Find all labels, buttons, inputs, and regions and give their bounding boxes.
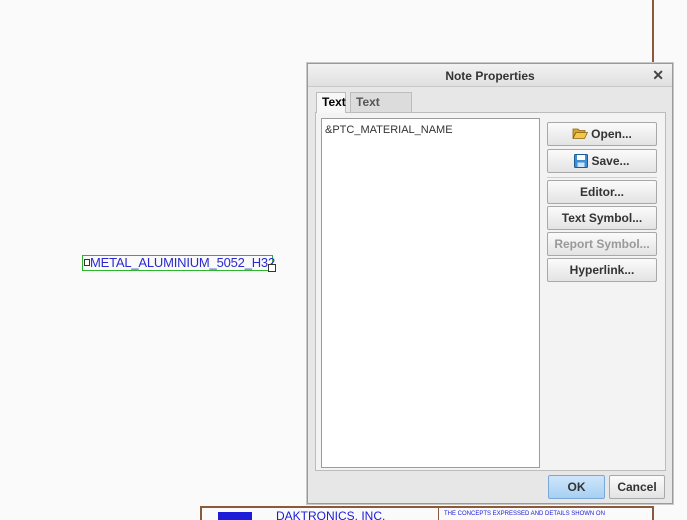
ok-button[interactable]: OK <box>548 475 605 499</box>
note-properties-dialog: Note Properties ✕ Text Text Style &PTC_M… <box>307 63 673 504</box>
dialog-title: Note Properties <box>445 69 535 83</box>
folder-open-icon <box>572 128 589 140</box>
hyperlink-button[interactable]: Hyperlink... <box>547 258 657 282</box>
selected-note[interactable]: METAL_ALUMINIUM_5052_H32 <box>82 255 276 272</box>
company-logo <box>218 512 252 520</box>
confidentiality-notice: THE CONCEPTS EXPRESSED AND DETAILS SHOWN… <box>444 511 605 517</box>
open-button[interactable]: Open... <box>547 122 657 146</box>
floppy-disk-icon <box>574 153 589 168</box>
text-symbol-button[interactable]: Text Symbol... <box>547 206 657 230</box>
note-text-input[interactable]: &PTC_MATERIAL_NAME <box>321 118 540 468</box>
text-tab-panel: &PTC_MATERIAL_NAME Open... Save... Edito… <box>315 112 666 471</box>
tab-text-label: Text <box>322 95 346 109</box>
tab-text[interactable]: Text <box>316 92 346 113</box>
tab-text-style[interactable]: Text Style <box>350 92 412 127</box>
open-button-label: Open... <box>591 127 632 141</box>
button-separator <box>547 177 657 178</box>
drawing-border-line <box>652 0 654 62</box>
note-text: METAL_ALUMINIUM_5052_H32 <box>90 255 275 270</box>
company-name: DAKTRONICS, INC. <box>276 509 386 520</box>
title-block-divider <box>438 508 439 520</box>
save-button[interactable]: Save... <box>547 149 657 173</box>
dialog-titlebar[interactable]: Note Properties ✕ <box>308 64 672 87</box>
editor-button[interactable]: Editor... <box>547 180 657 204</box>
note-resize-handle[interactable] <box>268 264 276 272</box>
title-block: DAKTRONICS, INC. THE CONCEPTS EXPRESSED … <box>200 506 654 520</box>
close-icon[interactable]: ✕ <box>652 67 664 83</box>
cancel-button[interactable]: Cancel <box>609 475 665 499</box>
report-symbol-button: Report Symbol... <box>547 232 657 256</box>
save-button-label: Save... <box>591 154 630 168</box>
